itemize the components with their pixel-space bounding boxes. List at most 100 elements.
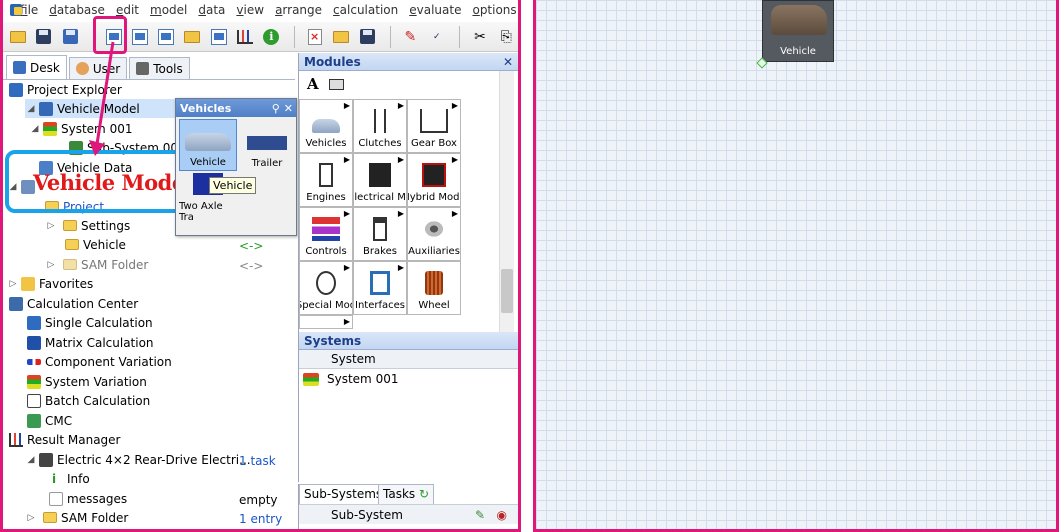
tree-info[interactable]: i Info xyxy=(47,469,90,488)
tree-vehicle[interactable]: Vehicle xyxy=(63,235,126,254)
annotation-label: Vehicle Model xyxy=(33,170,193,195)
module-engines[interactable]: ▶ Engines xyxy=(299,153,353,207)
module-controls[interactable]: ▶ Controls xyxy=(299,207,353,261)
tree-single-calc[interactable]: Single Calculation xyxy=(25,313,153,332)
vehicle-model-icon xyxy=(39,101,53,116)
vehicle-link-ops[interactable]: <-> xyxy=(239,239,263,253)
tab-sub-systems[interactable]: Sub-Systems xyxy=(299,484,388,504)
module-wheel[interactable]: Wheel xyxy=(407,261,461,315)
view-icon[interactable]: ◉ xyxy=(497,508,507,522)
collapse-arrow-icon[interactable]: ◢ xyxy=(25,104,37,114)
close-icon[interactable]: ✕ xyxy=(284,102,293,115)
vehicle-block[interactable]: Vehicle xyxy=(762,0,834,62)
rectangle-tool-icon[interactable] xyxy=(328,78,344,90)
tree-messages[interactable]: messages xyxy=(47,489,127,508)
module-vehicles[interactable]: ▶ Vehicles xyxy=(299,99,353,153)
vehicle-item[interactable]: Vehicle xyxy=(179,119,237,171)
cut-button[interactable]: ✂ xyxy=(468,25,491,49)
collapse-arrow-icon[interactable]: ◢ xyxy=(25,455,37,465)
tab-tools[interactable]: Tools xyxy=(129,57,190,79)
vehicles-popup-header: Vehicles ⚲ ✕ xyxy=(176,99,296,117)
trailer-item[interactable]: Trailer xyxy=(238,119,296,171)
expand-arrow-icon[interactable]: ▷ xyxy=(45,260,57,270)
module-brakes[interactable]: ▶ Brakes xyxy=(353,207,407,261)
collapse-arrow-icon[interactable]: ◢ xyxy=(29,124,41,134)
module-electrical-motors[interactable]: ▶Electrical Mo xyxy=(353,153,407,207)
clutch-icon xyxy=(374,109,386,133)
save-button-2[interactable] xyxy=(356,25,379,49)
menu-edit[interactable]: edit xyxy=(116,3,139,17)
menu-options[interactable]: options xyxy=(472,3,516,17)
module-auxiliaries[interactable]: ▶ Auxiliaries xyxy=(407,207,461,261)
tab-tasks[interactable]: Tasks ↻ xyxy=(378,484,435,504)
tree-result-manager[interactable]: Result Manager xyxy=(7,430,121,449)
result-task-count[interactable]: 1 task xyxy=(239,454,276,468)
open-button[interactable] xyxy=(6,25,29,49)
toolbar: i × ✎ ✓ ✂ ⎘ xyxy=(3,22,518,52)
tree-comp-var[interactable]: Component Variation xyxy=(25,352,172,371)
delete-button[interactable]: × xyxy=(303,25,326,49)
open-button-2[interactable] xyxy=(329,25,352,49)
text-tool[interactable]: A xyxy=(307,75,319,93)
folder-icon xyxy=(65,239,79,250)
copy-button[interactable]: ⎘ xyxy=(495,25,518,49)
scroll-thumb[interactable] xyxy=(501,269,513,313)
module-interfaces[interactable]: ▶ Interfaces xyxy=(353,261,407,315)
new-project-button[interactable] xyxy=(154,25,177,49)
tree-matrix-calc[interactable]: Matrix Calculation xyxy=(25,333,154,352)
module-gearbox[interactable]: ▶ Gear Box xyxy=(407,99,461,153)
expand-arrow-icon[interactable]: ▷ xyxy=(25,513,37,523)
menu-arrange[interactable]: arrange xyxy=(275,3,322,17)
delete-icon: × xyxy=(307,28,322,45)
tree-settings[interactable]: ▷ Settings xyxy=(45,216,131,235)
tab-desk[interactable]: Desk xyxy=(6,55,67,79)
info-icon: i xyxy=(263,28,280,45)
tree-sys-var[interactable]: System Variation xyxy=(25,372,147,391)
sam-link-ops[interactable]: <-> xyxy=(239,259,263,273)
electric-motor-icon xyxy=(369,163,391,187)
pin-icon[interactable]: ⚲ xyxy=(272,102,280,115)
save-as-button[interactable] xyxy=(59,25,82,49)
edit-button[interactable]: ✎ xyxy=(399,25,422,49)
module-hybrid-modules[interactable]: ▶Hybrid Modu xyxy=(407,153,461,207)
expand-arrow-icon[interactable]: ▷ xyxy=(45,221,57,231)
tree-result-item[interactable]: ◢ Electric 4×2 Rear-Drive Electri... xyxy=(25,450,251,469)
favorites-icon xyxy=(21,276,35,291)
model-canvas[interactable]: Vehicle xyxy=(533,0,1059,532)
sam-entry-count[interactable]: 1 entry xyxy=(239,512,282,526)
toolbar-separator xyxy=(293,25,295,48)
menu-file[interactable]: file xyxy=(20,3,38,17)
table-row[interactable]: System 001 xyxy=(303,372,398,386)
tree-cmc[interactable]: CMC xyxy=(25,411,72,430)
result-manager-button[interactable] xyxy=(233,25,256,49)
close-icon[interactable]: ✕ xyxy=(503,55,513,69)
module-clutches[interactable]: ▶ Clutches xyxy=(353,99,407,153)
modules-scrollbar[interactable] xyxy=(499,71,514,333)
annotation-arrow xyxy=(89,41,115,156)
tree-batch-calc[interactable]: Batch Calculation xyxy=(25,391,150,410)
module-more[interactable]: ▶ xyxy=(299,315,353,329)
save-as-icon xyxy=(62,29,78,44)
menu-database[interactable]: database xyxy=(49,3,105,17)
tree-calc-center[interactable]: Calculation Center xyxy=(7,294,138,313)
info-button[interactable]: i xyxy=(260,25,283,49)
system-variation-icon xyxy=(27,374,41,389)
folder-icon xyxy=(63,259,77,270)
menu-model[interactable]: model xyxy=(150,3,187,17)
menu-evaluate[interactable]: evaluate xyxy=(409,3,461,17)
favorites-button[interactable] xyxy=(181,25,204,49)
expand-arrow-icon[interactable]: ▷ xyxy=(7,279,19,289)
tree-sam-folder-2[interactable]: ▷ SAM Folder xyxy=(25,508,129,527)
tree-favorites[interactable]: ▷ Favorites xyxy=(7,274,93,293)
subsystems-panel: Sub-Systems Tasks ↻ Sub-System ✎ ◉ xyxy=(298,484,518,529)
module-special-modules[interactable]: ▶Special Mod xyxy=(299,261,353,315)
menu-data[interactable]: data xyxy=(198,3,225,17)
save-button[interactable] xyxy=(32,25,55,49)
spellcheck-button[interactable]: ✓ xyxy=(425,25,448,49)
menu-view[interactable]: view xyxy=(236,3,264,17)
calc-center-button[interactable] xyxy=(207,25,230,49)
result-file-icon xyxy=(39,452,53,467)
tree-sam-folder[interactable]: ▷ SAM Folder xyxy=(45,255,149,274)
edit-icon[interactable]: ✎ xyxy=(475,508,485,522)
menu-calculation[interactable]: calculation xyxy=(333,3,398,17)
